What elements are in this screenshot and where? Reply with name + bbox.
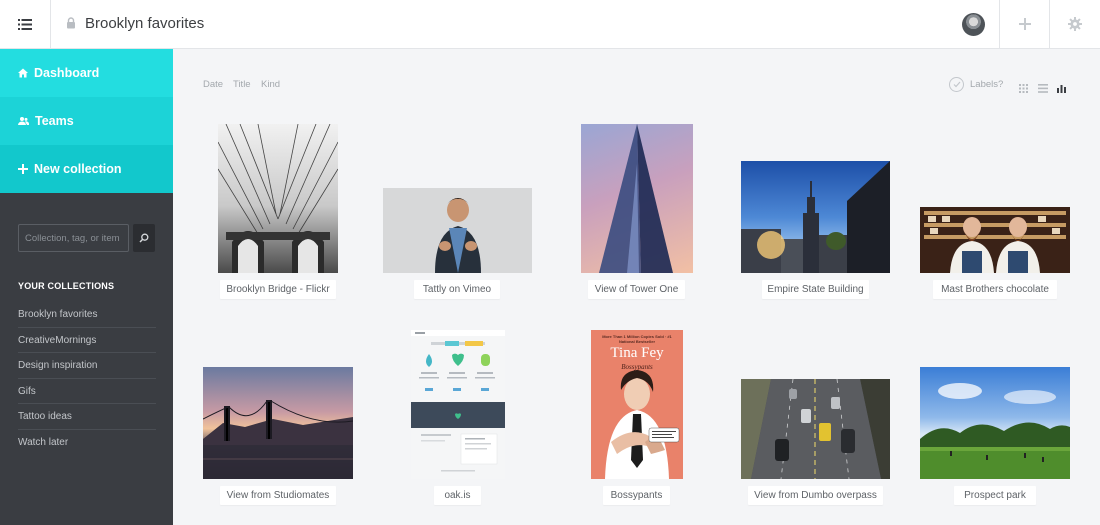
tattly-video-thumbnail [383,188,532,273]
sidebar-item-label: New collection [34,162,122,176]
collection-item[interactable]: Tattoo ideas [18,404,156,430]
plus-icon [1019,18,1031,30]
sort-by-kind[interactable]: Kind [261,79,280,90]
card-label: View from Studiomates [220,486,336,505]
sidebar-item-teams[interactable]: Teams [0,97,173,145]
collection-list: Brooklyn favorites CreativeMornings Desi… [18,302,156,456]
card-label: Empire State Building [762,280,869,299]
empire-state-image [741,161,890,273]
add-item-button[interactable] [999,0,1050,48]
checkmark-icon [949,77,964,92]
grid-view-icon [1019,84,1028,93]
card-label: Prospect park [954,486,1036,505]
labels-toggle[interactable]: Labels? [949,77,1003,92]
card-label: View from Dumbo overpass [748,486,883,505]
card-label: View of Tower One [588,280,685,299]
card-label: oak.is [434,486,481,505]
list-view-icon [1038,84,1048,93]
chart-view-button[interactable] [1057,80,1066,98]
gear-icon [1068,17,1082,31]
search-input[interactable] [18,224,129,252]
sort-by-date[interactable]: Date [203,79,223,90]
sidebar-item-new-collection[interactable]: New collection [0,145,173,193]
prospect-park-image [920,367,1070,479]
dumbo-overpass-image [741,379,890,479]
top-bar: Brooklyn favorites [0,0,1100,49]
sidebar-item-dashboard[interactable]: Dashboard [0,49,173,97]
brooklyn-bridge-image [218,124,338,273]
labels-toggle-label: Labels? [970,79,1004,90]
card-label: Brooklyn Bridge - Flickr [220,280,336,299]
collection-item[interactable]: Watch later [18,430,156,456]
search-icon [139,233,149,243]
studiomates-view-image [203,367,353,479]
lock-icon [67,17,75,29]
plus-icon [18,164,28,174]
sort-by-title[interactable]: Title [233,79,251,90]
sidebar-item-label: Teams [35,114,74,128]
card-label: Mast Brothers chocolate [933,280,1057,299]
card-label: Bossypants [603,486,670,505]
avatar[interactable] [962,13,985,36]
list-menu-icon [18,18,32,30]
collection-item[interactable]: Brooklyn favorites [18,302,156,328]
list-view-button[interactable] [1038,80,1048,98]
collection-item[interactable]: CreativeMornings [18,328,156,354]
settings-button[interactable] [1049,0,1100,48]
tower-one-image [581,124,693,273]
grid-view-button[interactable] [1019,80,1028,98]
oak-website-screenshot [411,330,505,479]
card-label: Tattly on Vimeo [414,280,500,299]
sidebar: Dashboard Teams New collection YOUR COLL… [0,49,173,525]
page-title: Brooklyn favorites [85,15,205,32]
home-icon [18,68,28,78]
search-button[interactable] [133,224,155,252]
sidebar-item-label: Dashboard [34,66,100,80]
mast-brothers-image [920,207,1070,273]
collection-item[interactable]: Gifs [18,379,156,405]
collection-item[interactable]: Design inspiration [18,353,156,379]
team-icon [18,117,29,125]
collections-heading: YOUR COLLECTIONS [18,281,115,291]
menu-toggle-button[interactable] [0,0,51,48]
chart-view-icon [1057,85,1066,93]
bossypants-book-cover: More Than 1 Million Copies Sold · #1 Nat… [591,330,683,479]
